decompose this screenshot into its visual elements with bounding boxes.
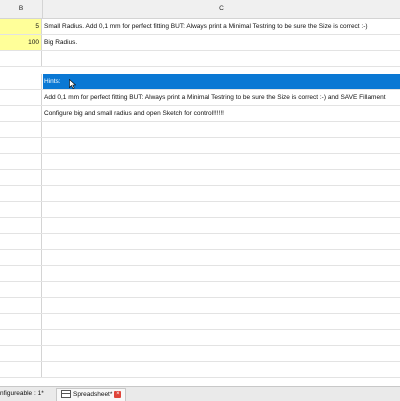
table-row [0,218,400,234]
cell-c5[interactable]: Add 0,1 mm for perfect fitting BUT: Alwa… [43,90,400,105]
column-header-c[interactable]: C [43,0,400,18]
cell-value: 100 [28,39,39,46]
table-row [0,51,400,67]
cell-b[interactable] [0,250,42,265]
table-row [0,266,400,282]
cell-b[interactable] [0,218,42,233]
table-row [0,186,400,202]
column-header-row: B C [0,0,400,19]
cell-b[interactable] [0,282,42,297]
table-row [0,202,400,218]
cell-b2[interactable]: 100 [0,35,42,50]
table-row [0,138,400,154]
cell-b[interactable] [0,122,42,137]
cell-b4[interactable] [0,74,42,89]
cell-b[interactable] [0,362,42,377]
cell-b[interactable] [0,138,42,153]
cell-b3[interactable] [0,51,42,66]
table-row [0,298,400,314]
table-row [0,362,400,378]
cell-c2[interactable]: Big Radius. [43,35,400,50]
cell-b[interactable] [0,154,42,169]
table-row [0,234,400,250]
table-row [0,170,400,186]
table-row: 100 Big Radius. [0,35,400,51]
mouse-pointer-icon [69,79,76,89]
cell-b6[interactable] [0,106,42,121]
cell-c6[interactable]: Configure big and small radius and open … [43,106,400,121]
spreadsheet-icon [61,390,71,399]
cell-b[interactable] [0,170,42,185]
table-row [0,154,400,170]
document-tab-bar: nfigureable : 1* Spreadsheet* × [0,386,400,401]
table-row [0,250,400,266]
table-row: 5 Small Radius. Add 0,1 mm for perfect f… [0,19,400,35]
table-row: Add 0,1 mm for perfect fitting BUT: Alwa… [0,90,400,106]
close-icon[interactable]: × [114,390,122,398]
cell-c4-selected[interactable]: Hints: [43,74,400,89]
tab-configureable[interactable]: nfigureable : 1* [0,388,48,400]
table-row: Configure big and small radius and open … [0,106,400,122]
tab-label: Spreadsheet* [73,391,113,398]
table-row: Hints: [0,74,400,90]
cell-b[interactable] [0,346,42,361]
cell-b[interactable] [0,298,42,313]
cell-c3[interactable] [43,51,400,66]
cell-b[interactable] [0,186,42,201]
cell-b[interactable] [0,314,42,329]
table-row [0,330,400,346]
table-row [0,282,400,298]
table-row [0,346,400,362]
cell-c1[interactable]: Small Radius. Add 0,1 mm for perfect fit… [43,19,400,34]
tab-spreadsheet[interactable]: Spreadsheet* × [56,388,127,401]
column-header-b[interactable]: B [0,0,43,18]
tab-label: nfigureable : 1* [0,390,44,397]
cell-b5[interactable] [0,90,42,105]
cell-b1[interactable]: 5 [0,19,42,34]
cell-b[interactable] [0,234,42,249]
table-row [0,314,400,330]
cell-b[interactable] [0,202,42,217]
cell-value: 5 [35,23,39,30]
cell-b[interactable] [0,330,42,345]
table-row [0,122,400,138]
cell-b[interactable] [0,266,42,281]
